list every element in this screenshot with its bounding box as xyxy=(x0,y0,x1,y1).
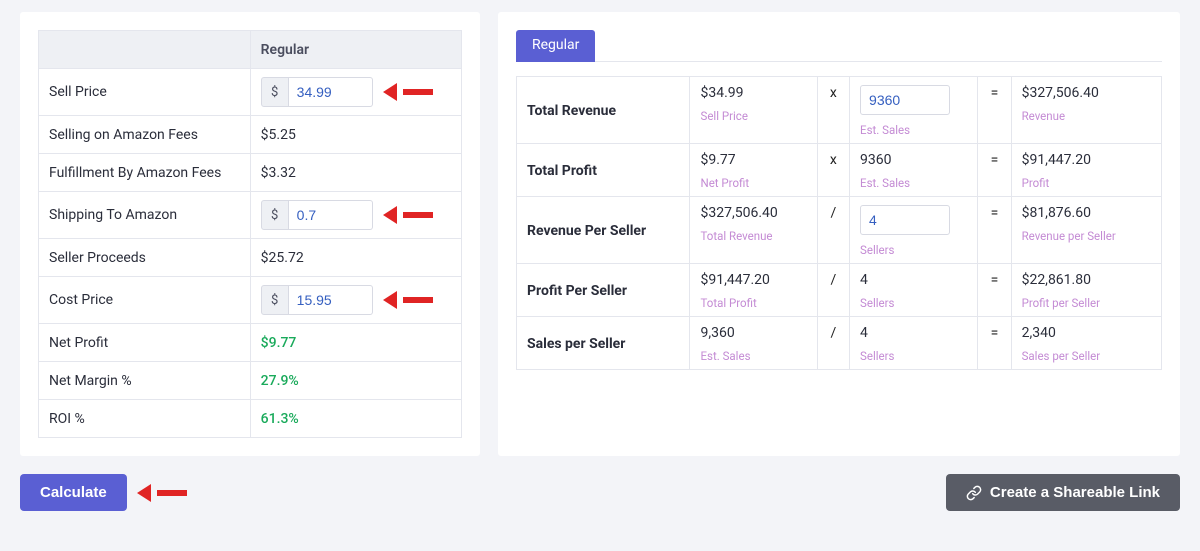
calc-label-total-profit: Total Profit xyxy=(517,144,690,197)
row-value-net-margin: 27.9% xyxy=(250,362,461,400)
shipping-input[interactable] xyxy=(289,200,373,230)
calc-b-sub-revenue-per-seller: Sellers xyxy=(860,243,967,257)
calculate-button-label: Calculate xyxy=(40,484,107,501)
row-label-net-margin: Net Margin % xyxy=(39,362,251,400)
header-empty xyxy=(39,31,251,69)
calc-a-sales-per-seller: 9,360 xyxy=(700,325,734,341)
calc-a-total-profit: $9.77 xyxy=(700,152,735,168)
row-label-shipping: Shipping To Amazon xyxy=(39,192,251,239)
sell-price-input[interactable] xyxy=(289,77,373,107)
calc-c-total-profit: $91,447.20 xyxy=(1022,152,1091,168)
calc-label-total-revenue: Total Revenue xyxy=(517,77,690,144)
calc-b-total-profit: 9360 xyxy=(860,152,891,168)
calc-eq-total-profit: = xyxy=(978,144,1011,197)
calc-c-total-revenue: $327,506.40 xyxy=(1022,85,1099,101)
calc-a-sub-profit-per-seller: Total Profit xyxy=(700,296,806,310)
cost-breakdown-card: Regular Sell Price $ Selling on Amazon F… xyxy=(20,12,480,456)
calc-c-sub-sales-per-seller: Sales per Seller xyxy=(1022,349,1151,363)
row-value-fba-fees: $3.32 xyxy=(250,154,461,192)
calc-op-total-profit: x xyxy=(817,144,849,197)
calc-c-sales-per-seller: 2,340 xyxy=(1022,325,1056,341)
row-label-amazon-fees: Selling on Amazon Fees xyxy=(39,116,251,154)
calc-b-sub-total-revenue: Est. Sales xyxy=(860,123,967,137)
row-label-net-profit: Net Profit xyxy=(39,324,251,362)
calc-a-profit-per-seller: $91,447.20 xyxy=(700,272,769,288)
calc-a-total-revenue: $34.99 xyxy=(700,85,743,101)
calculation-card: Regular Total Revenue $34.99 Sell Price … xyxy=(498,12,1180,456)
calc-c-sub-revenue-per-seller: Revenue per Seller xyxy=(1022,229,1151,243)
calc-eq-profit-per-seller: = xyxy=(978,264,1011,317)
currency-prefix-icon: $ xyxy=(261,200,289,230)
cost-breakdown-table: Regular Sell Price $ Selling on Amazon F… xyxy=(38,30,462,438)
cost-price-input[interactable] xyxy=(289,285,373,315)
calc-op-profit-per-seller: / xyxy=(817,264,849,317)
row-label-cost-price: Cost Price xyxy=(39,277,251,324)
calc-a-sub-revenue-per-seller: Total Revenue xyxy=(700,229,806,243)
calc-c-sub-total-revenue: Revenue xyxy=(1022,109,1151,123)
row-value-net-profit: $9.77 xyxy=(250,324,461,362)
calc-eq-sales-per-seller: = xyxy=(978,317,1011,370)
sellers-input[interactable] xyxy=(860,205,950,235)
calc-op-revenue-per-seller: / xyxy=(817,197,849,264)
link-icon xyxy=(966,485,982,501)
calc-a-sub-sales-per-seller: Est. Sales xyxy=(700,349,806,363)
input-group-cost-price: $ xyxy=(261,285,451,315)
input-group-shipping: $ xyxy=(261,200,451,230)
header-regular: Regular xyxy=(250,31,461,69)
row-value-roi: 61.3% xyxy=(250,400,461,438)
annotation-arrow-icon xyxy=(147,486,187,500)
calc-b-profit-per-seller: 4 xyxy=(860,272,868,288)
currency-prefix-icon: $ xyxy=(261,285,289,315)
annotation-arrow-icon xyxy=(393,208,433,222)
row-value-proceeds: $25.72 xyxy=(250,239,461,277)
calc-a-sub-total-revenue: Sell Price xyxy=(700,109,806,123)
tab-bar: Regular xyxy=(516,30,1162,62)
annotation-arrow-icon xyxy=(393,293,433,307)
calc-c-profit-per-seller: $22,861.80 xyxy=(1022,272,1091,288)
est-sales-input[interactable] xyxy=(860,85,950,115)
row-label-roi: ROI % xyxy=(39,400,251,438)
calc-label-profit-per-seller: Profit Per Seller xyxy=(517,264,690,317)
calc-label-sales-per-seller: Sales per Seller xyxy=(517,317,690,370)
calc-b-sub-total-profit: Est. Sales xyxy=(860,176,967,190)
calc-eq-revenue-per-seller: = xyxy=(978,197,1011,264)
calc-c-sub-total-profit: Profit xyxy=(1022,176,1151,190)
calc-eq-total-revenue: = xyxy=(978,77,1011,144)
row-label-proceeds: Seller Proceeds xyxy=(39,239,251,277)
share-link-button[interactable]: Create a Shareable Link xyxy=(946,474,1180,511)
calculate-button[interactable]: Calculate xyxy=(20,474,127,511)
share-link-button-label: Create a Shareable Link xyxy=(990,484,1160,501)
currency-prefix-icon: $ xyxy=(261,77,289,107)
calc-op-total-revenue: x xyxy=(817,77,849,144)
calc-c-revenue-per-seller: $81,876.60 xyxy=(1022,205,1091,221)
calc-b-sub-sales-per-seller: Sellers xyxy=(860,349,967,363)
calc-b-sales-per-seller: 4 xyxy=(860,325,868,341)
tab-regular[interactable]: Regular xyxy=(516,30,595,62)
calc-op-sales-per-seller: / xyxy=(817,317,849,370)
calc-b-sub-profit-per-seller: Sellers xyxy=(860,296,967,310)
row-label-fba-fees: Fulfillment By Amazon Fees xyxy=(39,154,251,192)
calc-a-revenue-per-seller: $327,506.40 xyxy=(700,205,777,221)
row-label-sell-price: Sell Price xyxy=(39,69,251,116)
calculation-table: Total Revenue $34.99 Sell Price x Est. S… xyxy=(516,76,1162,370)
calc-label-revenue-per-seller: Revenue Per Seller xyxy=(517,197,690,264)
annotation-arrow-icon xyxy=(393,85,433,99)
row-value-amazon-fees: $5.25 xyxy=(250,116,461,154)
calc-c-sub-profit-per-seller: Profit per Seller xyxy=(1022,296,1151,310)
input-group-sell-price: $ xyxy=(261,77,451,107)
calc-a-sub-total-profit: Net Profit xyxy=(700,176,806,190)
